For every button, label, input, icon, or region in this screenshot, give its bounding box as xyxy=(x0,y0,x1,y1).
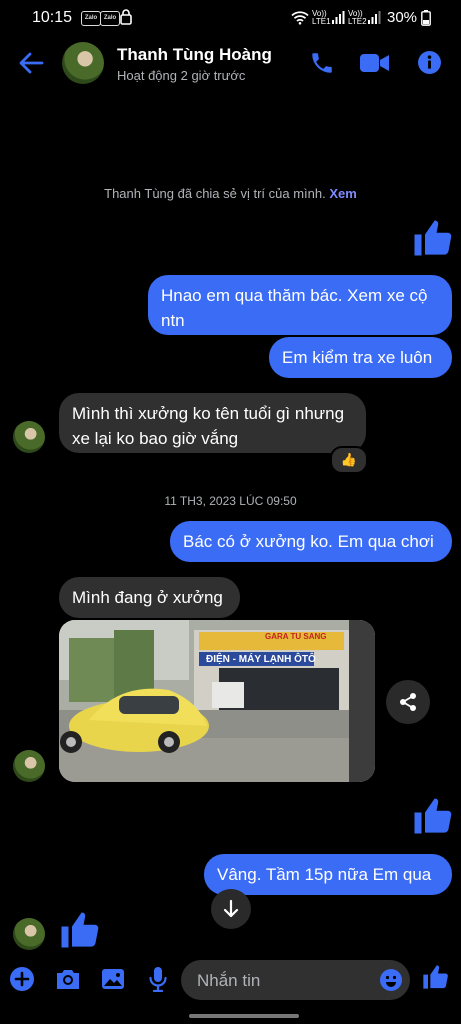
signal-icon xyxy=(332,11,345,24)
sim2-label: Vo)) LTE2 xyxy=(348,9,367,26)
garage-photo-illustration xyxy=(59,620,375,782)
signal-icon-2 xyxy=(368,11,381,24)
wifi-icon xyxy=(291,11,309,25)
sent-message-bubble[interactable]: Vâng. Tầm 15p nữa Em qua xyxy=(204,854,452,895)
message-text: Em kiểm tra xe luôn xyxy=(282,348,433,367)
scroll-to-bottom-button[interactable] xyxy=(211,889,251,929)
microphone-icon[interactable] xyxy=(148,966,168,992)
status-time: 10:15 xyxy=(32,9,73,26)
contact-avatar-small[interactable] xyxy=(13,750,45,782)
received-photo[interactable]: GARA TU SANG ĐIỆN - MÁY LẠNH ÔTÔ xyxy=(59,620,375,782)
battery-percent: 30% xyxy=(387,9,418,26)
received-like-icon xyxy=(61,912,99,948)
battery-icon xyxy=(421,10,431,26)
share-button[interactable] xyxy=(386,680,430,724)
message-text-line: xe lại ko bao giờ vắng xyxy=(72,429,239,448)
sent-like-icon[interactable] xyxy=(411,795,453,837)
message-input[interactable] xyxy=(195,960,369,1002)
message-text-line: Hnao em qua thăm bác. Xem xe cộ xyxy=(161,286,428,305)
home-indicator xyxy=(189,1014,299,1018)
message-text: Vâng. Tầm 15p nữa Em qua xyxy=(217,865,432,884)
message-text-line: ntn xyxy=(161,311,185,330)
plus-icon[interactable] xyxy=(9,966,35,992)
contact-avatar[interactable] xyxy=(62,42,104,84)
status-bar: 10:15 Zalo Zalo Vo)) LTE1 Vo)) LTE2 30% xyxy=(0,0,461,36)
phone-call-icon[interactable] xyxy=(309,50,335,76)
received-message-bubble[interactable]: Mình đang ở xưởng xyxy=(59,577,240,618)
sent-message-bubble[interactable]: Em kiểm tra xe luôn xyxy=(269,337,452,378)
sent-message-bubble[interactable]: Hnao em qua thăm bác. Xem xe cộ ntn xyxy=(148,275,452,335)
view-location-link[interactable]: Xem xyxy=(329,186,356,201)
message-text-line: Mình thì xưởng ko tên tuổi gì nhưng xyxy=(72,404,345,423)
sent-like-icon[interactable] xyxy=(411,217,453,259)
message-input-container[interactable] xyxy=(181,960,410,1002)
video-call-icon[interactable] xyxy=(360,52,390,74)
lock-icon xyxy=(120,9,132,25)
photo-sign-text-2: ĐIỆN - MÁY LẠNH ÔTÔ xyxy=(206,654,316,665)
share-icon xyxy=(400,693,416,711)
location-notice-text: Thanh Tùng đã chia sẻ vị trí của mình. xyxy=(104,186,326,201)
contact-avatar-small[interactable] xyxy=(13,421,45,453)
message-text: Mình đang ở xưởng xyxy=(72,588,223,607)
sent-message-bubble[interactable]: Bác có ở xưởng ko. Em qua chơi xyxy=(170,521,452,562)
contact-avatar-small[interactable] xyxy=(13,918,45,950)
back-arrow-icon[interactable] xyxy=(18,50,44,76)
camera-icon[interactable] xyxy=(55,967,81,991)
contact-active-status: Hoạt động 2 giờ trước xyxy=(117,68,246,83)
arrow-down-icon xyxy=(223,899,239,918)
like-button-icon[interactable] xyxy=(421,963,449,991)
timestamp-divider: 11 TH3, 2023 LÚC 09:50 xyxy=(164,494,297,508)
location-share-notice: Thanh Tùng đã chia sẻ vị trí của mình. X… xyxy=(0,186,461,201)
sim1-label: Vo)) LTE1 xyxy=(312,9,331,26)
message-reaction[interactable]: 👍 xyxy=(330,446,368,474)
info-icon[interactable] xyxy=(417,50,442,75)
received-message-bubble[interactable]: Mình thì xưởng ko tên tuổi gì nhưng xe l… xyxy=(59,393,366,453)
gallery-icon[interactable] xyxy=(100,967,126,991)
zalo-notification-icon-2: Zalo xyxy=(100,11,120,26)
contact-name[interactable]: Thanh Tùng Hoàng xyxy=(117,45,272,65)
emoji-icon[interactable] xyxy=(379,968,403,992)
zalo-notification-icon: Zalo xyxy=(81,11,101,26)
message-text: Bác có ở xưởng ko. Em qua chơi xyxy=(183,532,434,551)
photo-sign-text: GARA TU SANG xyxy=(265,632,327,641)
